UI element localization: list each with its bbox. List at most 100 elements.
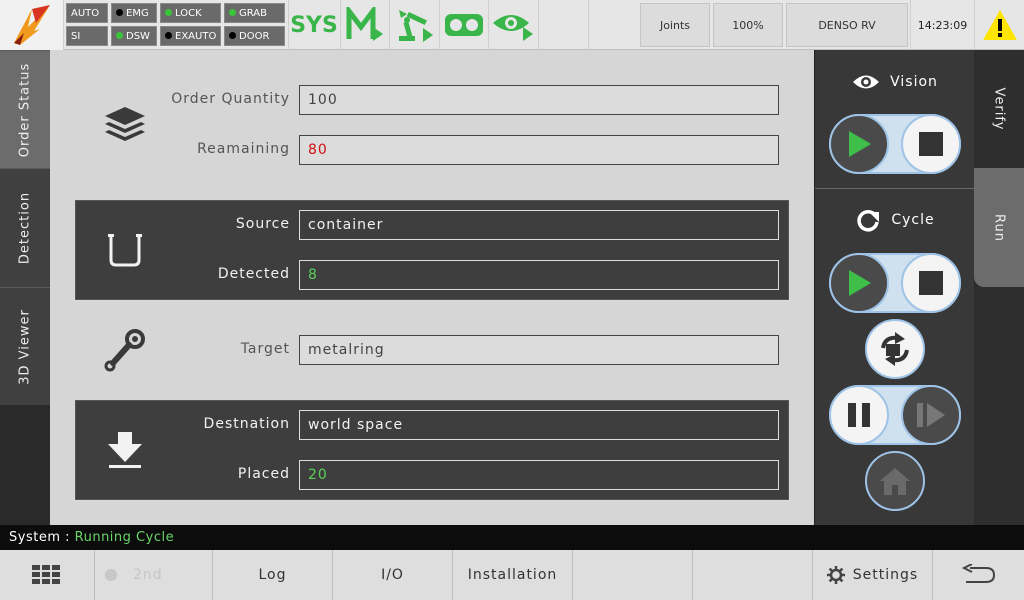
bottom-empty-slot-2	[692, 550, 812, 600]
vision-play-button[interactable]	[829, 114, 889, 174]
order-quantity-field: 100	[299, 85, 779, 115]
back-arrow-icon	[961, 564, 995, 583]
motion-icon	[346, 7, 383, 41]
status-auto: AUTO	[66, 3, 108, 23]
destination-value: world space	[308, 417, 404, 433]
play-icon	[849, 270, 871, 296]
app-window: AUTO SI EMG DSW LOCK EXAUTO GRAB DOOR SY…	[0, 0, 1024, 600]
tab-order-status[interactable]: Order Status	[0, 50, 50, 168]
status-lock: LOCK	[160, 3, 221, 23]
tab-3d-viewer-label: 3D Viewer	[17, 308, 33, 385]
installation-button[interactable]: Installation	[452, 550, 572, 600]
tab-verify-label: Verify	[991, 87, 1007, 131]
warning-button[interactable]	[975, 0, 1024, 50]
indicator-dot-icon	[105, 569, 117, 581]
settings-button[interactable]: Settings	[812, 550, 932, 600]
vision-label: Vision	[890, 74, 938, 90]
step-forward-icon	[917, 403, 945, 427]
cycle-stop-button[interactable]	[901, 253, 961, 313]
stop-icon	[919, 271, 943, 295]
stop-icon	[919, 132, 943, 156]
vision-toggle	[829, 114, 961, 174]
home-button[interactable]	[865, 451, 925, 511]
robot-select-button[interactable]: DENSO RV	[786, 3, 908, 47]
joints-label: Joints	[659, 18, 691, 32]
status-dot-icon	[165, 32, 172, 39]
pause-icon	[848, 403, 870, 427]
motion-button[interactable]	[341, 0, 389, 50]
speed-button[interactable]: 100%	[713, 3, 783, 47]
status-auto-label: AUTO	[71, 8, 100, 19]
camera-button[interactable]	[440, 0, 488, 50]
status-exauto-label: EXAUTO	[175, 31, 217, 42]
tab-detection[interactable]: Detection	[0, 168, 50, 287]
top-bar: AUTO SI EMG DSW LOCK EXAUTO GRAB DOOR SY…	[0, 0, 1024, 50]
status-si-label: SI	[71, 31, 81, 42]
io-label: I/O	[381, 567, 404, 583]
joints-button[interactable]: Joints	[640, 3, 710, 47]
eye-icon	[493, 15, 533, 41]
system-status-prefix: System :	[9, 530, 70, 545]
target-value: metalring	[308, 342, 385, 358]
second-button[interactable]: 2nd	[94, 550, 212, 600]
app-logo	[0, 0, 64, 50]
status-dot-icon	[165, 9, 172, 16]
status-group-lock: LOCK EXAUTO	[160, 3, 221, 47]
status-dot-icon	[229, 32, 236, 39]
robot-arm-button[interactable]	[390, 0, 438, 50]
detected-value: 8	[308, 267, 318, 283]
grid-icon	[32, 565, 60, 584]
back-button[interactable]	[932, 550, 1024, 600]
right-tab-filler	[974, 287, 1024, 525]
second-label: 2nd	[133, 567, 163, 583]
target-field: metalring	[299, 335, 779, 365]
clock: 14:23:09	[910, 0, 975, 50]
order-quantity-label: Order Quantity	[171, 91, 290, 107]
speed-label: 100%	[732, 18, 764, 32]
status-grab: GRAB	[224, 3, 285, 23]
pause-step-toggle	[829, 385, 961, 445]
sys-button[interactable]: SYS	[290, 0, 338, 50]
settings-label: Settings	[852, 567, 919, 583]
placed-label: Placed	[237, 466, 290, 482]
cycle-toggle	[829, 253, 961, 313]
status-dsw: DSW	[111, 26, 157, 46]
vision-stop-button[interactable]	[901, 114, 961, 174]
status-door: DOOR	[224, 26, 285, 46]
remaining-field: 80	[299, 135, 779, 165]
cycle-play-button[interactable]	[829, 253, 889, 313]
installation-label: Installation	[467, 567, 558, 583]
tab-run[interactable]: Run	[974, 168, 1024, 287]
cycle-label: Cycle	[891, 212, 935, 228]
source-label: Source	[235, 216, 290, 232]
repeat-icon	[881, 332, 909, 366]
status-dot-icon	[116, 9, 123, 16]
source-field: container	[299, 210, 779, 240]
status-door-label: DOOR	[239, 31, 270, 42]
pause-button[interactable]	[829, 385, 889, 445]
tab-3d-viewer[interactable]: 3D Viewer	[0, 287, 50, 405]
gear-icon	[826, 566, 845, 584]
vision-button[interactable]	[489, 0, 537, 50]
status-group-safety: EMG DSW	[111, 3, 157, 47]
cycle-repeat-button[interactable]	[865, 319, 925, 379]
log-label: Log	[258, 567, 287, 583]
system-status-line: System : Running Cycle	[0, 525, 1024, 550]
status-exauto: EXAUTO	[160, 26, 221, 46]
detected-field: 8	[299, 260, 779, 290]
status-group-mode: AUTO SI	[66, 3, 108, 47]
status-grab-label: GRAB	[239, 8, 267, 19]
eye-icon	[853, 75, 880, 89]
destination-field: world space	[299, 410, 779, 440]
step-forward-button[interactable]	[901, 385, 961, 445]
io-button[interactable]: I/O	[332, 550, 452, 600]
play-icon	[849, 131, 871, 157]
log-button[interactable]: Log	[212, 550, 332, 600]
tab-verify[interactable]: Verify	[974, 50, 1024, 168]
placed-value: 20	[308, 467, 328, 483]
apps-menu-button[interactable]	[0, 550, 94, 600]
status-emg-label: EMG	[126, 8, 149, 19]
cycle-title: Cycle	[815, 210, 975, 232]
status-dsw-label: DSW	[126, 31, 150, 42]
robot-label: DENSO RV	[818, 18, 876, 32]
